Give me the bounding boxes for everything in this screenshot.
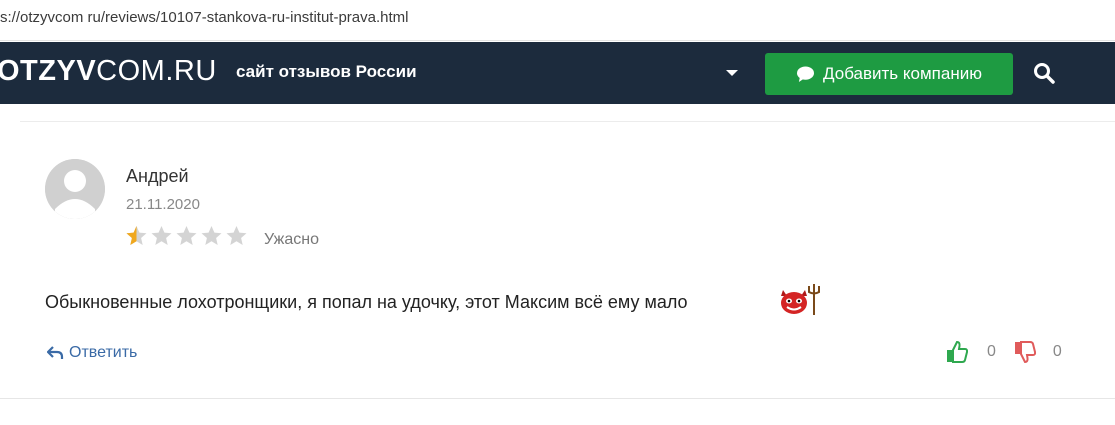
reply-label: Ответить bbox=[69, 344, 138, 361]
star-icon bbox=[126, 226, 147, 245]
review-date: 21.11.2020 bbox=[126, 196, 200, 213]
dislikes-count: 0 bbox=[1052, 343, 1062, 360]
star-icon bbox=[226, 226, 247, 245]
devil-emoji-icon bbox=[781, 284, 820, 315]
chat-bubble-icon bbox=[797, 65, 815, 82]
thumbs-down-icon[interactable] bbox=[1013, 340, 1037, 364]
likes-count: 0 bbox=[987, 343, 996, 360]
star-icon bbox=[151, 226, 172, 245]
star-icon bbox=[201, 226, 222, 245]
site-tagline: сайт отзывов России bbox=[236, 62, 417, 81]
logo-bold-part: OTZYV bbox=[0, 55, 97, 87]
vote-controls: 0 0 bbox=[945, 337, 1062, 367]
divider bbox=[20, 121, 1115, 122]
rating-label: Ужасно bbox=[264, 231, 319, 248]
site-header: OTZYVCOM.RU сайт отзывов России Добавить… bbox=[0, 42, 1115, 104]
search-icon[interactable] bbox=[1033, 62, 1055, 84]
divider bbox=[0, 398, 1115, 399]
rating-stars bbox=[124, 224, 249, 248]
review-author[interactable]: Андрей bbox=[126, 166, 189, 187]
reply-arrow-icon bbox=[47, 346, 64, 359]
avatar bbox=[45, 159, 105, 219]
user-placeholder-icon bbox=[45, 159, 105, 219]
chevron-down-icon[interactable] bbox=[726, 70, 738, 76]
browser-address-bar[interactable]: s://otzyvcom ru/reviews/10107-stankova-r… bbox=[0, 0, 1115, 41]
reply-button[interactable]: Ответить bbox=[47, 344, 137, 362]
star-icon bbox=[176, 226, 197, 245]
review-text: Обыкновенные лохотронщики, я попал на уд… bbox=[45, 292, 688, 312]
url-text[interactable]: s://otzyvcom ru/reviews/10107-stankova-r… bbox=[0, 9, 408, 26]
add-company-button[interactable]: Добавить компанию bbox=[765, 53, 1013, 95]
thumbs-up-icon[interactable] bbox=[945, 340, 969, 364]
add-company-label: Добавить компанию bbox=[823, 64, 982, 83]
logo-light-part: COM.RU bbox=[96, 55, 217, 87]
site-logo[interactable]: OTZYVCOM.RU bbox=[0, 55, 217, 88]
